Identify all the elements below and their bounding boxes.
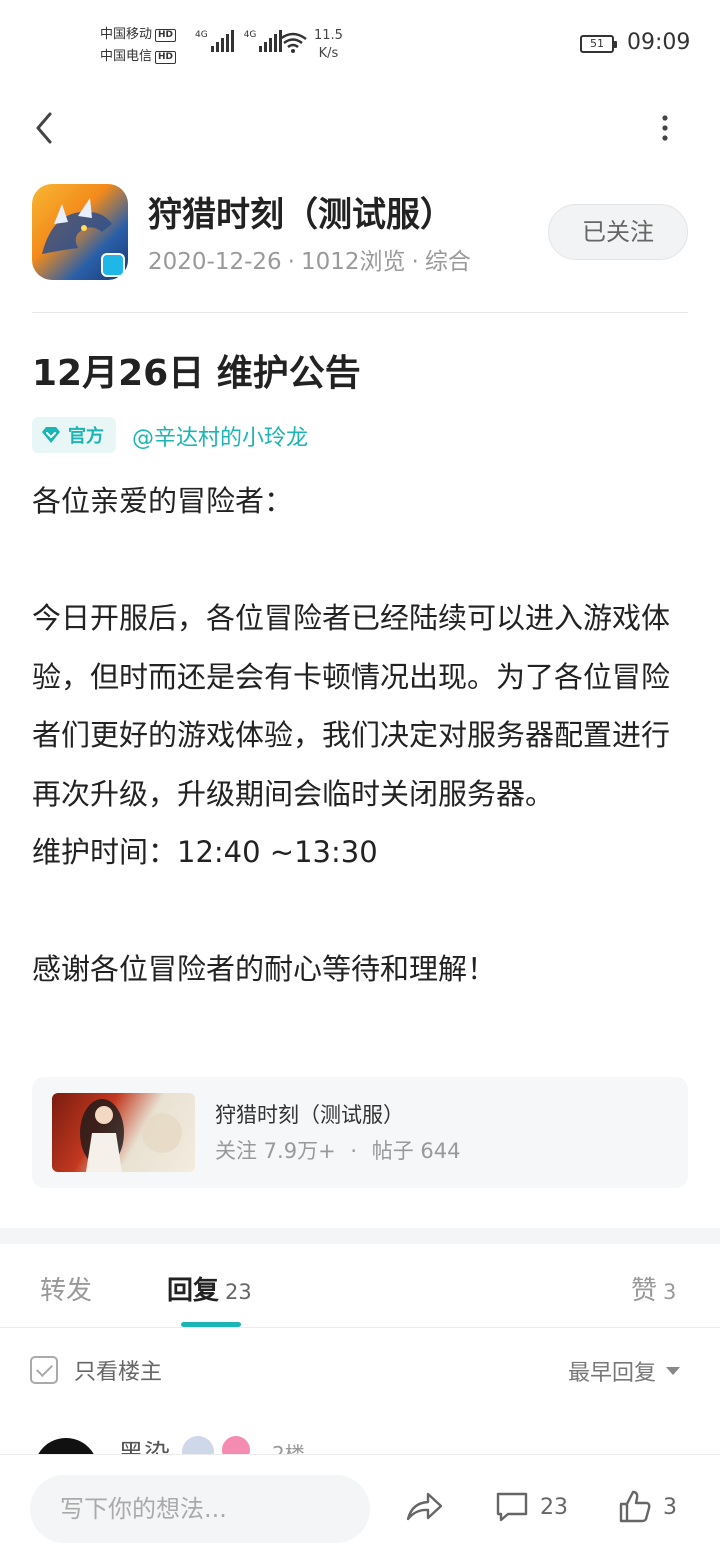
- like-count: 3: [663, 1494, 677, 1520]
- status-bar: 中国移动 HD 中国电信 HD 4G 4G 11.5 K/s 51 09:09: [0, 0, 720, 90]
- rank-badge-icon: [222, 1436, 250, 1454]
- battery-icon: 51: [580, 35, 617, 53]
- hd-badge: HD: [155, 51, 177, 64]
- forum-card[interactable]: 狩猎时刻（测试服） 关注 7.9万+ · 帖子 644: [32, 1077, 688, 1188]
- view-count: 1012浏览: [300, 249, 406, 275]
- network-type: 4G: [243, 30, 257, 40]
- tab-like-label: 赞: [631, 1276, 658, 1306]
- net-speed: 11.5 K/s: [314, 27, 343, 63]
- tv-badge-icon: [101, 253, 125, 277]
- more-options-icon[interactable]: [655, 110, 675, 146]
- section-divider: [0, 1228, 720, 1244]
- game-app-icon[interactable]: [32, 184, 128, 280]
- signal-icons: 4G 4G: [195, 30, 283, 52]
- hd-badge: HD: [155, 29, 177, 42]
- bottom-action-bar: 23 3: [0, 1454, 720, 1560]
- net-speed-value: 11.5: [314, 28, 343, 43]
- tab-forward[interactable]: 转发: [40, 1270, 92, 1307]
- diamond-heart-icon: [42, 427, 60, 443]
- comment-button[interactable]: 23: [494, 1489, 568, 1525]
- author-link[interactable]: @辛达村的小玲龙: [132, 420, 308, 452]
- post-paragraph: [32, 531, 688, 590]
- comment-count: 23: [540, 1494, 568, 1520]
- forum-title[interactable]: 狩猎时刻（测试服）: [148, 187, 454, 236]
- divider: [32, 312, 688, 313]
- post-body: 各位亲爱的冒险者： 今日开服后，各位冒险者已经陆续可以进入游戏体验，但时而还是会…: [32, 472, 688, 999]
- post-date: 2020-12-26: [148, 249, 282, 275]
- separator: ·: [287, 249, 295, 275]
- post-title: 12月26日 维护公告: [32, 353, 361, 394]
- post-paragraph: 维护时间：12:40 ~13:30: [32, 835, 378, 869]
- sort-dropdown[interactable]: 最早回复: [568, 1355, 681, 1387]
- thumbs-up-icon: [619, 1490, 651, 1523]
- divider: [0, 1327, 720, 1328]
- back-arrow-icon[interactable]: [30, 108, 60, 148]
- signal-icon: 4G: [244, 30, 283, 52]
- post-category: 综合: [424, 249, 471, 275]
- tab-reply-label: 回复: [167, 1276, 220, 1306]
- forum-cover-image: [52, 1093, 195, 1172]
- separator: ·: [350, 1139, 358, 1163]
- carrier-1: 中国移动: [100, 27, 153, 42]
- official-badge: 官方: [32, 417, 116, 453]
- post-paragraph: 感谢各位冒险者的耐心等待和理解！: [32, 952, 497, 986]
- clock: 09:09: [627, 30, 691, 55]
- tab-forward-label: 转发: [40, 1276, 93, 1306]
- post-meta: 2020-12-26 · 1012浏览 · 综合: [148, 242, 471, 276]
- official-label: 官方: [68, 426, 104, 447]
- signal-icon: 4G: [195, 30, 234, 52]
- follower-count: 关注 7.9万+: [215, 1139, 336, 1163]
- reply-count: 23: [225, 1280, 252, 1304]
- separator: ·: [411, 249, 419, 275]
- network-type: 4G: [195, 30, 208, 40]
- carrier-info: 中国移动 HD 中国电信 HD: [100, 24, 177, 68]
- tab-reply[interactable]: 回复 23: [167, 1270, 252, 1307]
- avatar[interactable]: [34, 1438, 98, 1454]
- like-button[interactable]: 3: [617, 1489, 677, 1525]
- share-button[interactable]: [404, 1489, 444, 1525]
- net-speed-unit: K/s: [318, 46, 339, 61]
- post-paragraph: 今日开服后，各位冒险者已经陆续可以进入游戏体验，但时而还是会有卡顿情况出现。为了…: [32, 601, 671, 811]
- forum-card-name: 狩猎时刻（测试服）: [215, 1103, 404, 1127]
- level-badge-icon: [182, 1436, 214, 1454]
- reply-author[interactable]: 黑染: [118, 1434, 170, 1454]
- only-op-label: 只看楼主: [74, 1360, 163, 1385]
- carrier-2: 中国电信: [100, 49, 153, 64]
- post-paragraph: [32, 882, 688, 941]
- reply-item[interactable]: 黑染 2楼: [0, 1430, 720, 1454]
- sort-label: 最早回复: [568, 1361, 657, 1386]
- checkbox-icon[interactable]: [30, 1356, 58, 1384]
- share-icon: [406, 1492, 443, 1521]
- comment-icon: [496, 1492, 528, 1522]
- wifi-icon: [279, 32, 307, 53]
- post-count: 帖子 644: [371, 1139, 461, 1163]
- caret-down-icon: [666, 1367, 681, 1375]
- comment-input[interactable]: [30, 1475, 370, 1543]
- floor-number: 2楼: [272, 1442, 305, 1454]
- follow-button[interactable]: 已关注: [548, 204, 688, 260]
- post-paragraph: 各位亲爱的冒险者：: [32, 484, 294, 518]
- like-count: 3: [663, 1280, 677, 1304]
- tab-like[interactable]: 赞3: [631, 1270, 676, 1307]
- forum-card-stats: 关注 7.9万+ · 帖子 644: [215, 1135, 461, 1165]
- only-op-toggle[interactable]: 只看楼主: [30, 1354, 162, 1386]
